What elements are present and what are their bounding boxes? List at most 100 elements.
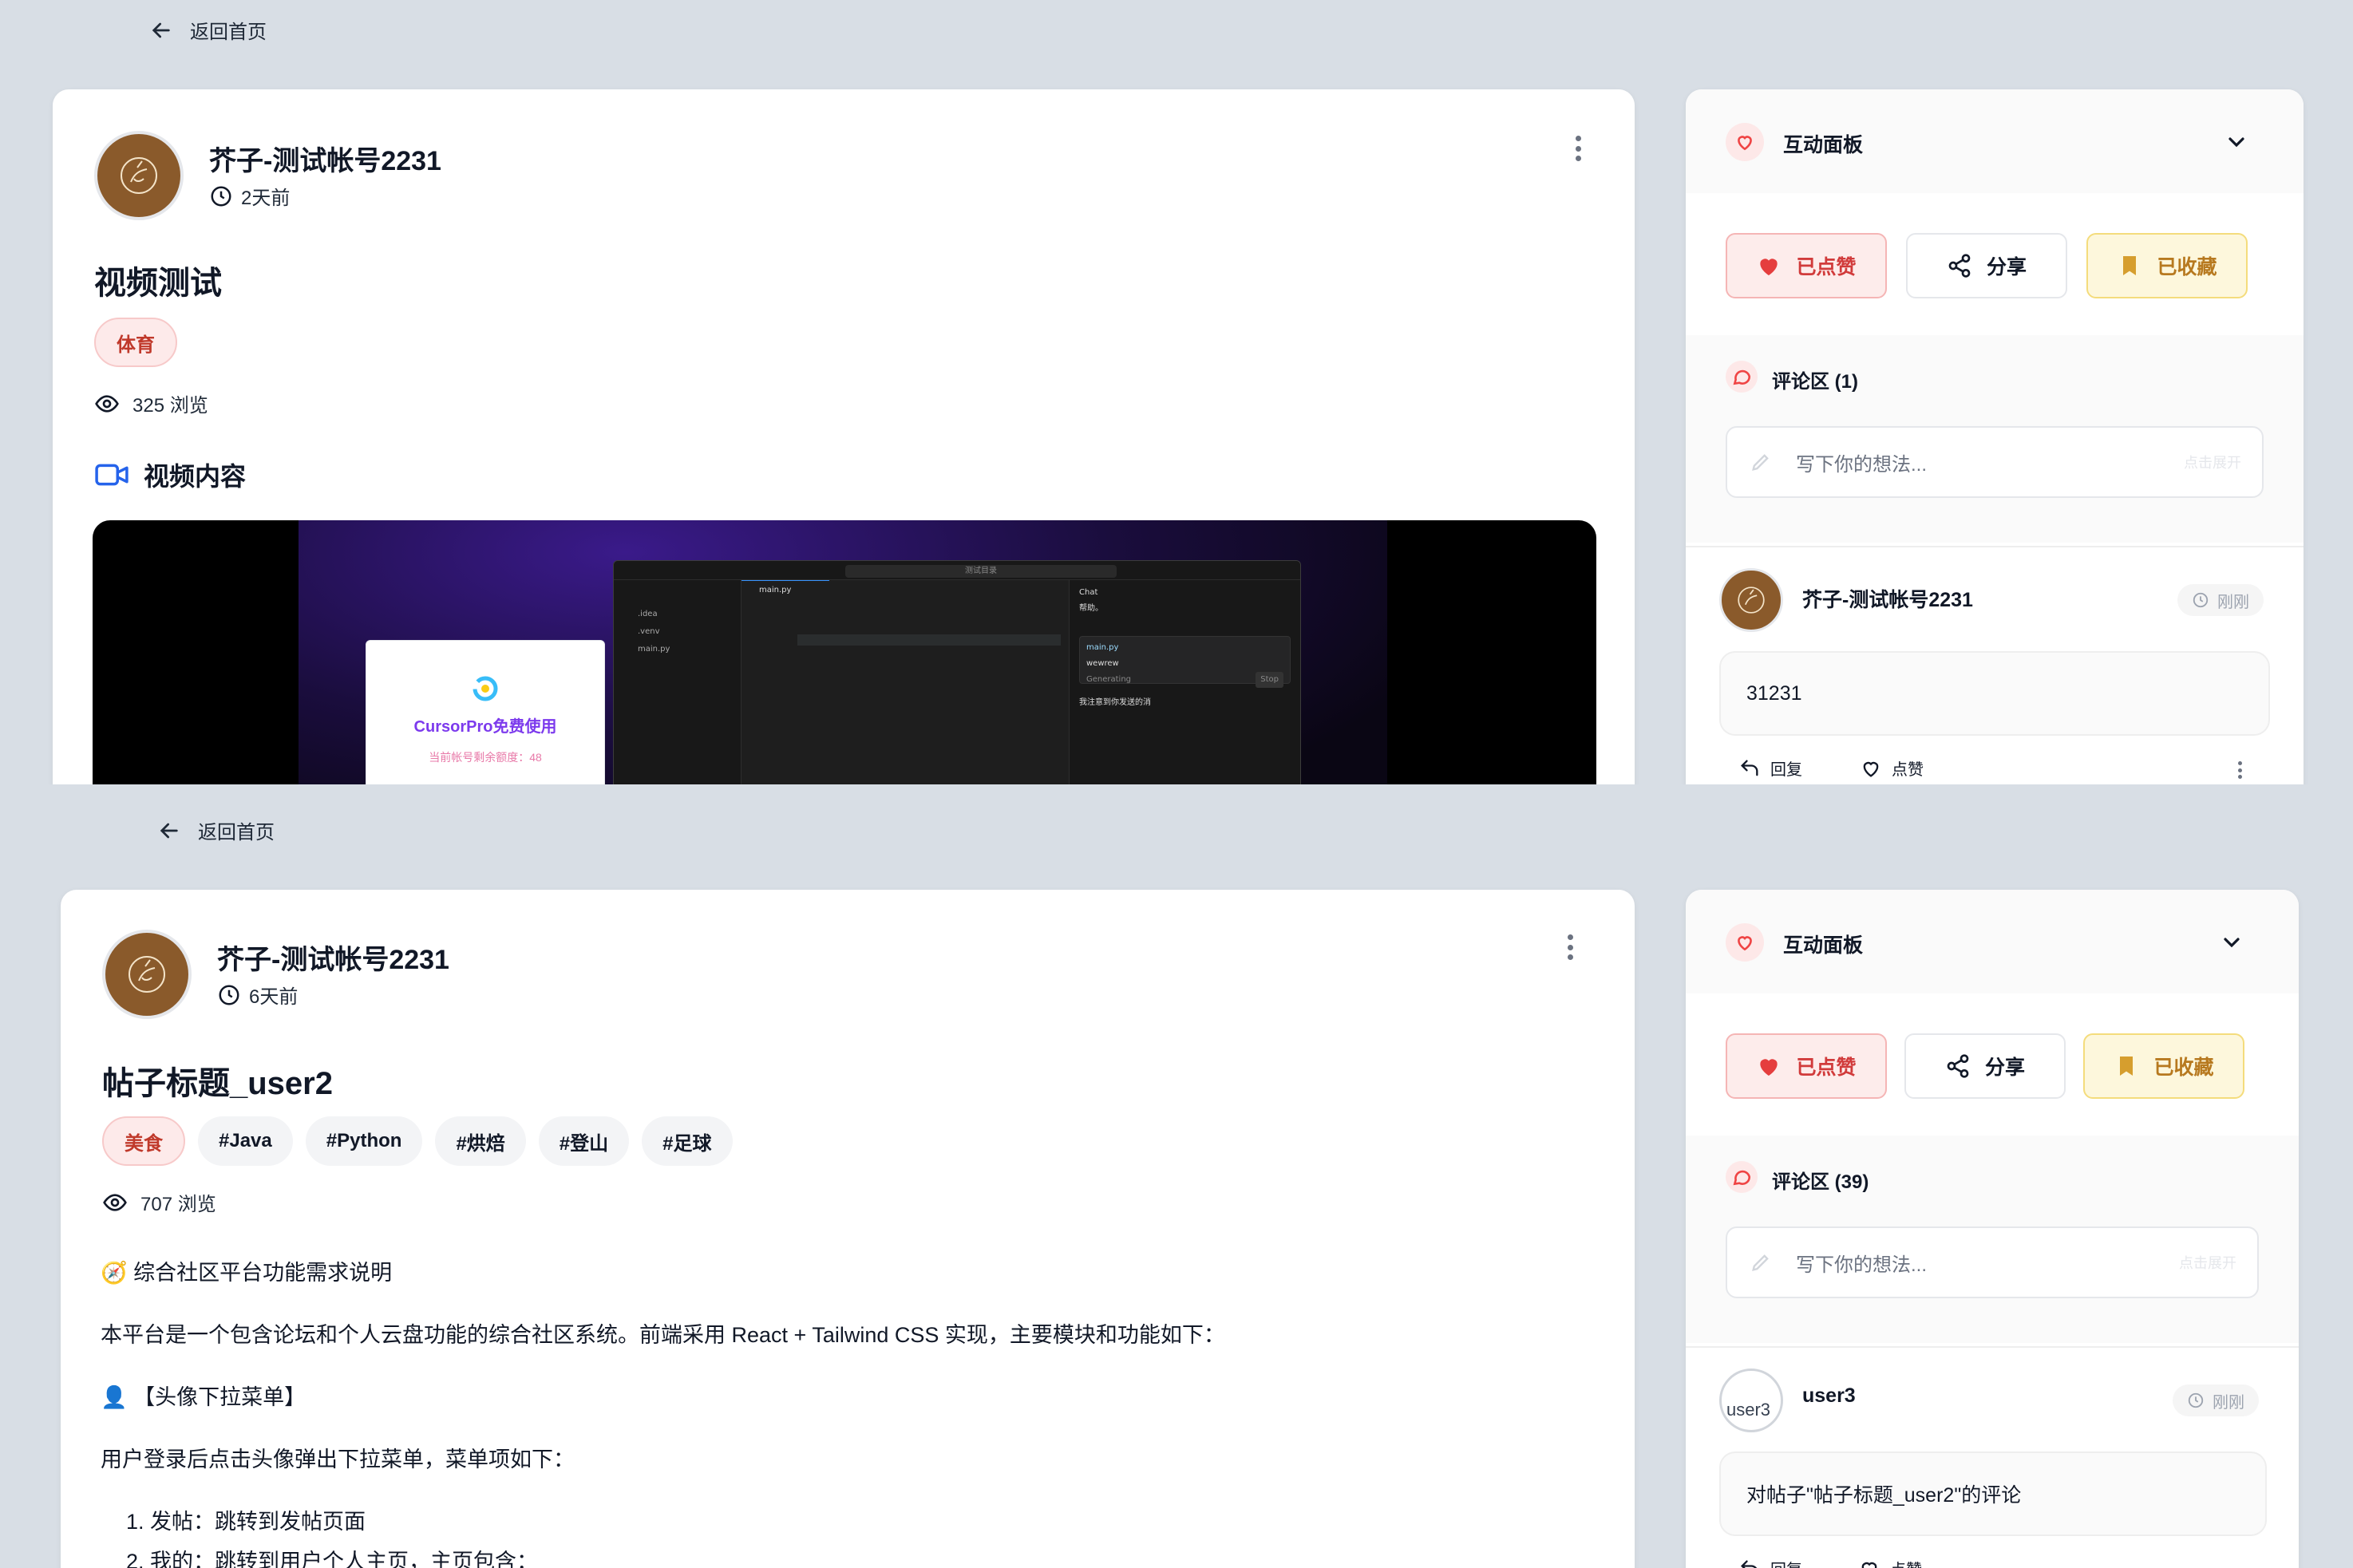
arrow-left-icon [160, 823, 178, 838]
tag-list: 美食 #Java #Python #烘焙 #登山 #足球 [102, 1116, 733, 1166]
heart-outline-icon [1738, 136, 1752, 151]
heart-badge [1726, 923, 1764, 962]
category-tag[interactable]: 体育 [94, 318, 177, 367]
pencil-icon [1752, 1254, 1769, 1271]
reply-arrow-icon [1741, 1560, 1758, 1568]
eye-icon [103, 1193, 127, 1211]
ide-editor-line [797, 634, 1061, 646]
view-count: 325 浏览 [94, 389, 208, 417]
ide-tab-label: main.py [759, 586, 792, 594]
hashtag[interactable]: #烘焙 [435, 1116, 526, 1166]
favorited-button[interactable]: 已收藏 [2086, 233, 2248, 298]
avatar-alt-text: user3 [1726, 1400, 1771, 1420]
panel-title: 互动面板 [1783, 934, 1864, 957]
heart-outline-icon [1861, 1562, 1877, 1568]
heart-badge [1726, 123, 1764, 161]
clock-icon [2193, 592, 2209, 608]
panel-header[interactable]: 互动面板 [1686, 890, 2299, 993]
tree-item: .venv [638, 627, 660, 636]
unicorn-logo-icon [129, 956, 165, 993]
author-avatar[interactable] [94, 131, 184, 220]
comment-avatar-broken-image[interactable]: user3 [1719, 1369, 1783, 1432]
share-button[interactable]: 分享 [1906, 233, 2067, 298]
more-options-icon[interactable] [1566, 132, 1590, 164]
reply-label: 回复 [1770, 761, 1802, 779]
chat-generating: Generating [1086, 675, 1132, 684]
favorited-label: 已收藏 [2153, 1057, 2214, 1079]
comment-like-button[interactable]: 点赞 [1860, 756, 1924, 780]
chevron-down-icon[interactable] [2219, 930, 2244, 955]
ide-titlebar: 测试目录 [614, 561, 1300, 580]
message-circle-icon [1733, 369, 1751, 385]
comment-badge [1726, 1161, 1758, 1193]
share-label: 分享 [1986, 256, 2027, 278]
screenshot-1: 返回首页 芥子-测试帐号2231 2天前 视频测试 体育 325 浏览 视频内容 [0, 0, 2353, 784]
panel-header[interactable]: 互动面板 [1686, 89, 2304, 193]
hashtag[interactable]: #登山 [538, 1116, 630, 1166]
post-time: 6天前 [217, 981, 298, 1009]
hashtag[interactable]: #Java [198, 1116, 293, 1166]
hashtag[interactable]: #足球 [642, 1116, 733, 1166]
comment-like-button[interactable]: 点赞 [1858, 1557, 1922, 1568]
comment-like-label: 点赞 [1892, 761, 1924, 779]
content-subheading: 👤 【头像下拉菜单】 [101, 1385, 306, 1409]
author-avatar[interactable] [102, 930, 192, 1019]
back-home-link[interactable]: 返回首页 [156, 816, 275, 844]
comment-time-badge: 刚刚 [2173, 1384, 2259, 1416]
bookmark-filled-icon [2123, 256, 2137, 275]
interaction-panel: 互动面板 已点赞 分享 已收藏 评论区 (39) 写下你的想法... 点击展开 [1686, 890, 2299, 1568]
tag-list: 体育 [94, 318, 177, 367]
ide-search-box: 测试目录 [845, 565, 1117, 578]
comment-more-icon[interactable] [2232, 758, 2248, 782]
comment-badge [1726, 361, 1758, 393]
comment-input[interactable]: 写下你的想法... 点击展开 [1726, 1226, 2259, 1298]
author-name[interactable]: 芥子-测试帐号2231 [209, 139, 441, 178]
view-count-text: 707 浏览 [140, 1194, 216, 1215]
comment-input[interactable]: 写下你的想法... 点击展开 [1726, 426, 2264, 498]
post-time-text: 2天前 [241, 188, 291, 209]
view-count: 707 浏览 [102, 1188, 216, 1216]
popup-subtitle: 当前帐号剩余额度：48 [429, 751, 542, 764]
author-name[interactable]: 芥子-测试帐号2231 [217, 938, 449, 977]
comment-placeholder: 写下你的想法... [1796, 453, 1928, 476]
post-time: 2天前 [209, 182, 290, 210]
divider [1686, 546, 2304, 547]
comment-author[interactable]: user3 [1802, 1384, 1856, 1408]
chevron-down-icon[interactable] [2224, 129, 2249, 155]
eye-icon [95, 394, 119, 413]
unicorn-logo-icon [121, 157, 157, 194]
expand-hint: 点击展开 [2184, 455, 2241, 471]
tree-item: main.py [638, 645, 670, 654]
comment-time: 刚刚 [2217, 593, 2249, 611]
chat-message-box: main.py wewrew Generating Stop [1079, 636, 1291, 688]
share-icon [1948, 254, 1971, 278]
cursorpro-logo-icon [473, 676, 498, 701]
back-home-link[interactable]: 返回首页 [148, 16, 267, 44]
category-tag[interactable]: 美食 [102, 1116, 185, 1166]
content-paragraph: 用户登录后点击头像弹出下拉菜单，菜单项如下： [101, 1448, 575, 1471]
post-card: 芥子-测试帐号2231 2天前 视频测试 体育 325 浏览 视频内容 测试目录 [53, 89, 1635, 784]
comment-bubble: 对帖子"帖子标题_user2"的评论 [1719, 1451, 2267, 1536]
video-camera-icon [95, 464, 129, 486]
unicorn-logo-icon [1738, 587, 1765, 614]
bookmark-filled-icon [2120, 1057, 2134, 1076]
share-icon [1947, 1054, 1969, 1078]
reply-button[interactable]: 回复 [1738, 1557, 1802, 1568]
hashtag[interactable]: #Python [305, 1116, 423, 1166]
reply-button[interactable]: 回复 [1738, 756, 1802, 780]
video-player[interactable]: 测试目录 .idea .venv main.py main.py Chat 帮助… [93, 520, 1596, 784]
heart-outline-icon [1738, 936, 1752, 951]
chat-msg: wewrew [1086, 659, 1119, 668]
post-time-text: 6天前 [249, 986, 299, 1008]
more-options-icon[interactable] [1558, 931, 1582, 963]
comment-author[interactable]: 芥子-测试帐号2231 [1802, 584, 1973, 613]
video-section-heading: 视频内容 [94, 456, 246, 493]
liked-button[interactable]: 已点赞 [1726, 233, 1887, 298]
chat-greeting: 帮助。 [1079, 604, 1103, 613]
view-count-text: 325 浏览 [132, 395, 208, 417]
comment-avatar[interactable] [1719, 568, 1783, 632]
clock-icon [219, 985, 239, 1005]
share-button[interactable]: 分享 [1904, 1033, 2066, 1099]
liked-button[interactable]: 已点赞 [1726, 1033, 1887, 1099]
favorited-button[interactable]: 已收藏 [2083, 1033, 2244, 1099]
